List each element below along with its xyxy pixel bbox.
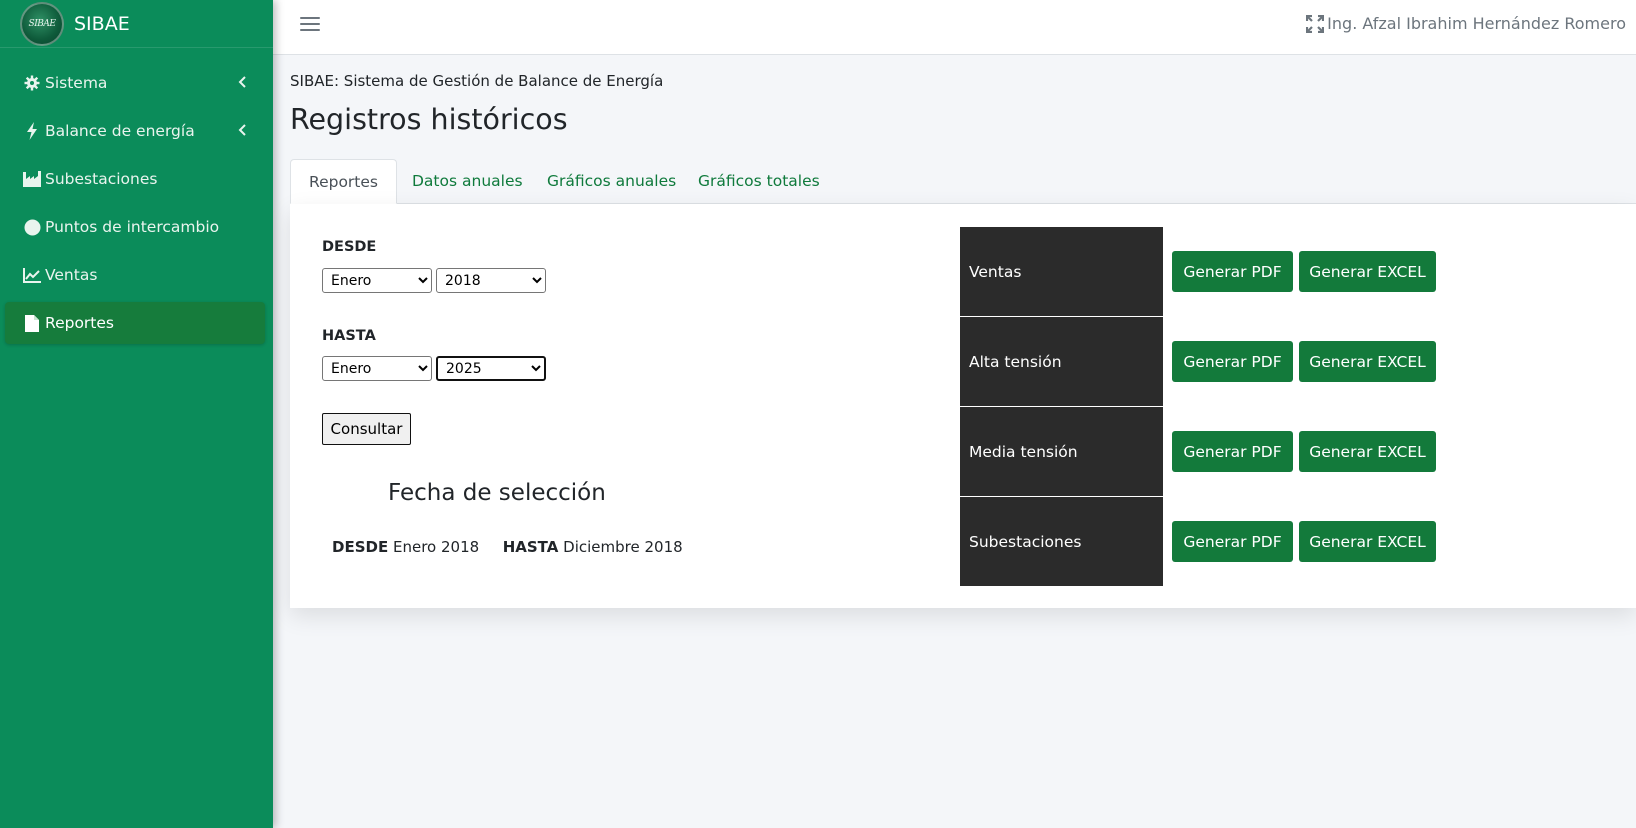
chart-line-icon [23,266,41,284]
generate-excel-button[interactable]: Generar EXCEL [1299,251,1436,292]
sidebar-item-label: Subestaciones [45,170,158,188]
chevron-left-icon [237,75,247,93]
selection-hasta-value: Diciembre 2018 [563,538,683,556]
tab-reportes[interactable]: Reportes [290,159,397,204]
brand-link[interactable]: SIBAE SIBAE [0,0,273,48]
breadcrumb: SIBAE: Sistema de Gestión de Balance de … [290,72,664,90]
file-icon [23,314,41,332]
generate-excel-button[interactable]: Generar EXCEL [1299,521,1436,562]
hasta-year-select[interactable]: 2025 [436,356,546,381]
sidebar-item-label: Ventas [45,266,98,284]
page-title: Registros históricos [290,103,568,136]
logo-text: SIBAE [28,18,56,29]
sidebar-item-reportes[interactable]: Reportes [5,302,265,344]
generate-pdf-button[interactable]: Generar PDF [1172,431,1293,472]
tab-graficos-totales[interactable]: Gráficos totales [698,159,820,204]
fullscreen-icon[interactable] [1305,14,1325,34]
report-label: Subestaciones [960,497,1163,586]
sidebar-item-puntos[interactable]: Puntos de intercambio [5,206,265,248]
desde-month-select[interactable]: Enero [322,268,432,293]
sidebar-item-ventas[interactable]: Ventas [5,254,265,296]
generate-excel-button[interactable]: Generar EXCEL [1299,431,1436,472]
sidebar-item-label: Sistema [45,74,108,92]
hasta-label: HASTA [322,328,376,344]
tab-bar: Reportes Datos anuales Gráficos anuales … [290,159,1636,204]
sidebar-nav: Sistema Balance de energía Subestaciones… [0,48,273,344]
generate-pdf-button[interactable]: Generar PDF [1172,341,1293,382]
bolt-icon [23,122,41,140]
generate-pdf-button[interactable]: Generar PDF [1172,251,1293,292]
consultar-button[interactable]: Consultar [322,413,411,445]
selection-range: DESDE Enero 2018 HASTA Diciembre 2018 [332,538,683,556]
selection-hasta-label: HASTA [502,538,559,556]
sidebar-item-sistema[interactable]: Sistema [5,62,265,104]
reports-card: DESDE Enero 2018 HASTA Enero 2025 Consul… [290,204,1636,608]
selection-title: Fecha de selección [388,480,606,506]
selection-desde-label: DESDE [332,538,389,556]
menu-toggle-icon[interactable] [298,14,322,38]
tab-graficos-anuales[interactable]: Gráficos anuales [547,159,676,204]
generate-excel-button[interactable]: Generar EXCEL [1299,341,1436,382]
sidebar-item-balance[interactable]: Balance de energía [5,110,265,152]
sidebar-item-label: Puntos de intercambio [45,218,220,236]
selection-desde-value: Enero 2018 [392,538,480,556]
desde-year-select[interactable]: 2018 [436,268,546,293]
desde-label: DESDE [322,239,377,255]
brand-name: SIBAE [74,12,130,35]
sidebar-item-subestaciones[interactable]: Subestaciones [5,158,265,200]
sidebar-item-label: Balance de energía [45,122,195,140]
sidebar: SIBAE SIBAE Sistema Balance de energía S… [0,0,273,828]
sidebar-item-label: Reportes [45,314,114,332]
gear-icon [23,74,41,92]
chevron-left-icon [237,123,247,141]
user-name[interactable]: Ing. Afzal Ibrahim Hernández Romero [1327,14,1626,33]
industry-icon [23,170,41,188]
report-label: Media tensión [960,407,1163,496]
content-wrapper: SIBAE: Sistema de Gestión de Balance de … [273,55,1636,828]
generate-pdf-button[interactable]: Generar PDF [1172,521,1293,562]
hasta-month-select[interactable]: Enero [322,356,432,381]
top-navbar: Ing. Afzal Ibrahim Hernández Romero [273,0,1636,55]
report-label: Ventas [960,227,1163,316]
report-label: Alta tensión [960,317,1163,406]
tab-datos-anuales[interactable]: Datos anuales [412,159,523,204]
sibae-logo: SIBAE [20,1,64,46]
circle-icon [23,218,41,236]
